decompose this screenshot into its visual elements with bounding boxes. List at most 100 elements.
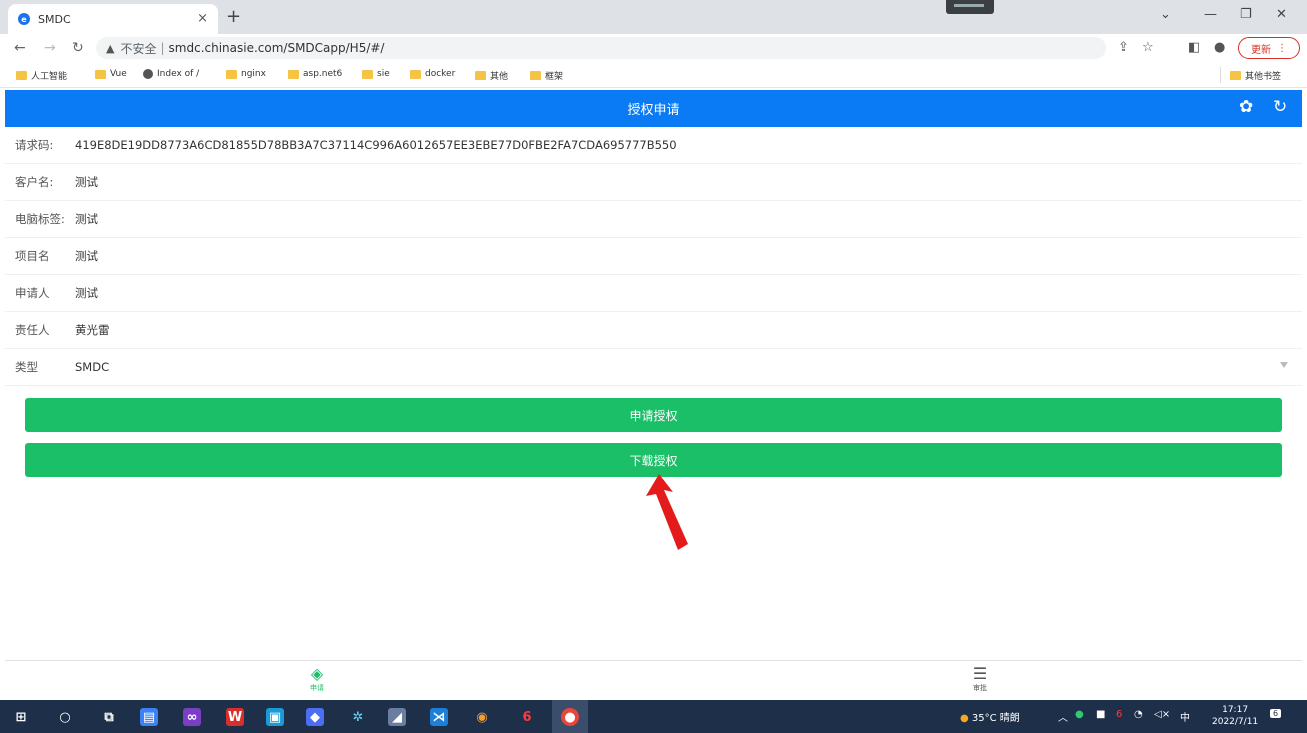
field-value[interactable]: 测试	[75, 174, 98, 190]
field-value: 419E8DE19DD8773A6CD81855D78BB3A7C37114C9…	[75, 138, 677, 152]
field-customer-name[interactable]: 客户名: 测试	[5, 164, 1302, 201]
folder-icon	[410, 69, 421, 79]
bookmark-item[interactable]: Index of /	[143, 69, 199, 79]
browser-tab[interactable]: e SMDC ×	[8, 4, 218, 34]
field-label: 类型	[15, 360, 38, 374]
folder-icon	[475, 71, 486, 80]
chrome-icon[interactable]: ●	[561, 708, 579, 726]
notification-badge[interactable]: 6	[1270, 709, 1282, 718]
field-label: 责任人	[15, 323, 50, 337]
share-icon[interactable]: ⇪	[1118, 40, 1129, 55]
tray-expand-icon[interactable]: ︿	[1058, 709, 1068, 724]
bottom-tab-bar: ◈ 申请 ☰ 审批	[5, 660, 1302, 700]
network-icon[interactable]: ◔	[1134, 709, 1143, 720]
update-button[interactable]: 更新 ⋮	[1238, 37, 1300, 59]
back-icon[interactable]: ←	[14, 40, 26, 56]
apply-authorization-button[interactable]: 申请授权	[25, 398, 1282, 432]
field-label: 请求码:	[15, 138, 54, 152]
bookmark-item[interactable]: 其他	[475, 69, 508, 82]
globe-icon	[143, 69, 153, 79]
search-icon[interactable]: ○	[56, 708, 74, 726]
list-icon: ☰	[972, 664, 988, 683]
windows-start-icon[interactable]: ⊞	[12, 708, 30, 726]
tab-approve[interactable]: ☰ 审批	[950, 665, 1010, 693]
app3-icon[interactable]: 6	[518, 708, 536, 726]
annotation-arrow-icon	[646, 474, 688, 550]
weather-text: 35°C 晴朗	[971, 713, 1020, 724]
tab-close-icon[interactable]: ×	[197, 11, 208, 26]
field-value[interactable]: 测试	[75, 285, 98, 301]
tool-icon[interactable]: ◢	[388, 708, 406, 726]
folder-icon	[95, 69, 106, 79]
field-computer-tag[interactable]: 电脑标签: 测试	[5, 201, 1302, 238]
bookmark-item[interactable]: docker	[410, 69, 455, 79]
bookmarks-bar: 人工智能 Vue Index of / nginx asp.net6 sie d…	[0, 62, 1307, 88]
folder-icon	[530, 71, 541, 80]
restore-button[interactable]: ❐	[1240, 7, 1252, 22]
file-explorer-icon[interactable]: ▤	[140, 708, 158, 726]
folder-icon	[16, 71, 27, 80]
sidepanel-icon[interactable]: ◧	[1188, 40, 1200, 55]
new-tab-button[interactable]: +	[226, 6, 241, 27]
wechat-icon[interactable]: ●	[1075, 709, 1084, 720]
field-applicant[interactable]: 申请人 测试	[5, 275, 1302, 312]
bookmark-item[interactable]: 人工智能	[16, 69, 67, 82]
other-bookmarks[interactable]: 其他书签	[1230, 69, 1281, 82]
visual-studio-icon[interactable]: ∞	[183, 708, 201, 726]
app-header: 授权申请 ✿ ↻	[5, 90, 1302, 127]
dropdown-arrow-icon[interactable]	[1280, 362, 1288, 368]
page-title: 授权申请	[627, 103, 680, 118]
reload-icon[interactable]: ↻	[72, 40, 84, 56]
weather-widget[interactable]: ● 35°C 晴朗	[960, 709, 1020, 724]
url-bar[interactable]: ▲ 不安全 | smdc.chinasie.com/SMDCapp/H5/#/	[96, 37, 1106, 59]
tab-apply[interactable]: ◈ 申请	[287, 665, 347, 693]
bookmark-item[interactable]: nginx	[226, 69, 266, 79]
ime-indicator[interactable]: 中	[1180, 709, 1190, 724]
minimize-button[interactable]: —	[1204, 7, 1217, 22]
wps-icon[interactable]: W	[226, 708, 244, 726]
insecure-label: 不安全	[120, 41, 157, 56]
store-icon[interactable]: ▣	[266, 708, 284, 726]
url-text: smdc.chinasie.com/SMDCapp/H5/#/	[168, 41, 385, 55]
field-value[interactable]: 测试	[75, 248, 98, 264]
field-value[interactable]: 黄光雷	[75, 322, 110, 338]
system-clock[interactable]: 17:17 2022/7/11	[1212, 704, 1258, 728]
camera-bar	[946, 0, 994, 14]
vscode-icon[interactable]: ⋊	[430, 708, 448, 726]
field-type-select[interactable]: 类型 SMDC	[5, 349, 1302, 386]
tab-title: SMDC	[38, 12, 71, 26]
refresh-icon[interactable]: ↻	[1273, 97, 1287, 117]
tab-approve-label: 审批	[973, 684, 987, 692]
bookmark-star-icon[interactable]: ☆	[1142, 40, 1154, 55]
field-responsible[interactable]: 责任人 黄光雷	[5, 312, 1302, 349]
react-icon[interactable]: ✲	[349, 708, 367, 726]
tab-search-icon[interactable]: ⌄	[1160, 7, 1171, 22]
more-menu-icon: ⋮	[1277, 42, 1287, 54]
field-value[interactable]: 测试	[75, 211, 98, 227]
field-label: 电脑标签:	[15, 212, 65, 226]
site-favicon-icon: e	[18, 13, 30, 25]
profile-icon[interactable]: ●	[1214, 40, 1225, 55]
tray-app-icon[interactable]: ■	[1096, 709, 1105, 720]
close-window-button[interactable]: ✕	[1276, 7, 1287, 22]
browser-tab-strip: e SMDC × + ⌄ — ❐ ✕	[0, 0, 1307, 34]
update-label: 更新	[1251, 44, 1271, 56]
task-view-icon[interactable]: ⧉	[100, 708, 118, 726]
field-value[interactable]: SMDC	[75, 360, 109, 374]
bookmark-item[interactable]: Vue	[95, 69, 127, 79]
field-request-code: 请求码: 419E8DE19DD8773A6CD81855D78BB3A7C37…	[5, 127, 1302, 164]
field-label: 申请人	[15, 286, 50, 300]
flower-settings-icon[interactable]: ✿	[1239, 97, 1253, 117]
bookmark-item[interactable]: sie	[362, 69, 390, 79]
tray-app2-icon[interactable]: 6	[1116, 709, 1122, 720]
field-project-name[interactable]: 项目名 测试	[5, 238, 1302, 275]
app-icon[interactable]: ◆	[306, 708, 324, 726]
volume-icon[interactable]: ◁×	[1154, 709, 1170, 720]
bookmark-item[interactable]: asp.net6	[288, 69, 342, 79]
forward-icon[interactable]: →	[44, 40, 56, 56]
app2-icon[interactable]: ◉	[473, 708, 491, 726]
layers-icon: ◈	[310, 664, 324, 683]
clock-date: 2022/7/11	[1212, 717, 1259, 727]
clock-time: 17:17	[1222, 705, 1249, 715]
bookmark-item[interactable]: 框架	[530, 69, 563, 82]
